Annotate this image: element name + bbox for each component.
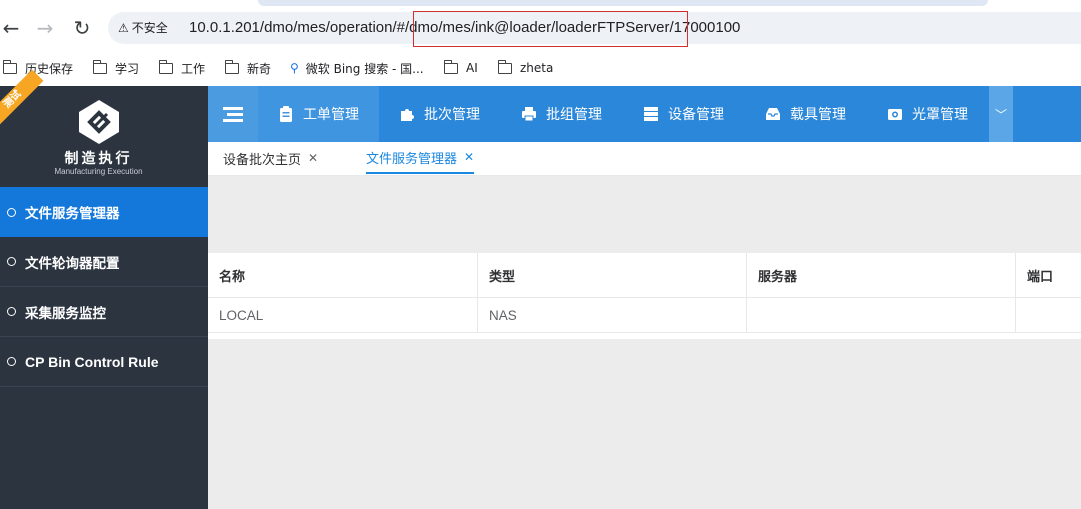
- tab-label: 文件服务管理器: [366, 151, 458, 167]
- nav-lot[interactable]: 批次管理: [379, 86, 501, 142]
- close-icon[interactable]: ✕: [308, 151, 318, 165]
- bookmark-zheta[interactable]: zheta: [497, 58, 554, 78]
- nav-label: 设备管理: [668, 107, 724, 123]
- sidebar: 测试 制造执行 Manufacturing Execution 文件服务管理器 …: [0, 69, 208, 509]
- printer-icon: [521, 106, 537, 122]
- folder-icon: [2, 59, 17, 74]
- menu-icon: [223, 119, 243, 122]
- bookmark-study[interactable]: 学习: [92, 58, 140, 78]
- folder-icon: [443, 59, 458, 74]
- menu-icon: [227, 113, 243, 116]
- browser-address-bar: ← → ↻ ⚠ 不安全 10.0.1.201/dmo/mes/operation/…: [0, 0, 1081, 52]
- sidebar-item-label: CP Bin Control Rule: [25, 353, 159, 370]
- nav-more-button[interactable]: ﹀: [989, 86, 1013, 142]
- brand-title: 制造执行: [64, 151, 133, 167]
- nav-label: 工单管理: [303, 107, 359, 123]
- bookmark-work[interactable]: 工作: [158, 58, 206, 78]
- circle-icon: [7, 257, 16, 266]
- circle-icon: [7, 307, 16, 316]
- security-indicator[interactable]: ⚠ 不安全: [118, 19, 168, 37]
- security-label: 不安全: [131, 21, 168, 35]
- bookmark-novel[interactable]: 新奇: [224, 58, 272, 78]
- table-row[interactable]: LOCAL NAS: [208, 298, 1081, 333]
- sidebar-item-label: 文件服务管理器: [25, 206, 120, 222]
- camera-icon: [887, 106, 903, 122]
- menu-icon: [223, 107, 243, 110]
- sidebar-item-label: 文件轮询器配置: [25, 255, 120, 272]
- brand-subtitle: Manufacturing Execution: [54, 167, 143, 176]
- active-tab-edge: [258, 0, 988, 6]
- bookmarks-bar: 历史保存 学习 工作 新奇 ⚲ 微软 Bing 搜索 - 国... AI zhet…: [0, 52, 1081, 86]
- tab-label: 设备批次主页: [223, 152, 302, 168]
- nav-reticle[interactable]: 光罩管理: [867, 86, 989, 142]
- inbox-icon: [765, 106, 781, 122]
- sidebar-item-label: 采集服务监控: [25, 305, 106, 322]
- sidebar-item-file-server-manager[interactable]: 文件服务管理器: [0, 187, 208, 237]
- nav-label: 批组管理: [546, 107, 602, 123]
- sidebar-item-collector-monitor[interactable]: 采集服务监控: [0, 287, 208, 337]
- chevron-down-icon: ﹀: [994, 107, 1007, 122]
- bookmark-label: 学习: [115, 61, 140, 76]
- warning-icon: ⚠: [118, 21, 129, 35]
- column-header-server[interactable]: 服务器: [747, 253, 1016, 297]
- close-icon[interactable]: ✕: [464, 150, 474, 164]
- folder-icon: [158, 59, 173, 74]
- top-nav: 工单管理 批次管理 批组管理 设备管理 载具管理 光罩管理 ﹀: [208, 86, 1081, 142]
- nav-label: 光罩管理: [912, 107, 968, 123]
- tab-equipment-lot-home[interactable]: 设备批次主页 ✕: [223, 142, 318, 174]
- nav-work-order[interactable]: 工单管理: [258, 86, 379, 142]
- sidebar-item-file-poller-config[interactable]: 文件轮询器配置: [0, 237, 208, 287]
- table-header: 名称 类型 服务器 端口: [208, 253, 1081, 298]
- page-tabs: 设备批次主页 ✕ 文件服务管理器 ✕: [208, 142, 1081, 176]
- search-icon: ⚲: [290, 61, 299, 75]
- tab-file-server-manager[interactable]: 文件服务管理器 ✕: [366, 142, 475, 174]
- cell-name: LOCAL: [208, 298, 478, 332]
- nav-carrier[interactable]: 载具管理: [745, 86, 867, 142]
- brand-area: 测试 制造执行 Manufacturing Execution: [0, 69, 208, 187]
- bookmark-label: zheta: [520, 61, 554, 75]
- reload-icon[interactable]: ↻: [71, 17, 93, 39]
- url-highlight-box: [413, 11, 688, 47]
- app-logo-icon: [79, 100, 119, 144]
- bookmark-label: AI: [466, 61, 478, 75]
- bookmark-bing[interactable]: ⚲ 微软 Bing 搜索 - 国...: [290, 58, 424, 78]
- main-content: 名称 类型 服务器 端口 LOCAL NAS: [208, 176, 1081, 509]
- circle-icon: [7, 207, 16, 217]
- folder-icon: [224, 59, 239, 74]
- column-header-port[interactable]: 端口: [1016, 253, 1081, 297]
- folder-icon: [92, 59, 107, 74]
- column-header-name[interactable]: 名称: [208, 253, 478, 297]
- server-icon: [643, 106, 659, 122]
- bookmark-label: 新奇: [247, 61, 272, 76]
- folder-icon: [497, 59, 512, 74]
- menu-toggle-button[interactable]: [208, 86, 258, 142]
- bookmark-ai[interactable]: AI: [443, 58, 478, 78]
- bookmark-label: 工作: [181, 61, 206, 76]
- bookmark-label: 微软 Bing 搜索 - 国...: [305, 61, 424, 76]
- nav-label: 载具管理: [790, 107, 846, 123]
- puzzle-icon: [399, 106, 415, 122]
- forward-icon[interactable]: →: [34, 17, 56, 39]
- nav-equipment[interactable]: 设备管理: [623, 86, 745, 142]
- cell-server: [747, 298, 1016, 332]
- back-icon[interactable]: ←: [0, 17, 22, 39]
- cell-port: [1016, 298, 1081, 332]
- nav-label: 批次管理: [424, 107, 480, 123]
- cell-type: NAS: [478, 298, 747, 332]
- sidebar-item-cp-bin-control-rule[interactable]: CP Bin Control Rule: [0, 337, 208, 387]
- nav-batch-group[interactable]: 批组管理: [501, 86, 623, 142]
- tab-strip-edge: [0, 0, 1081, 6]
- circle-icon: [7, 357, 16, 366]
- column-header-type[interactable]: 类型: [478, 253, 747, 297]
- file-server-table: 名称 类型 服务器 端口 LOCAL NAS: [208, 253, 1081, 339]
- clipboard-icon: [278, 106, 294, 122]
